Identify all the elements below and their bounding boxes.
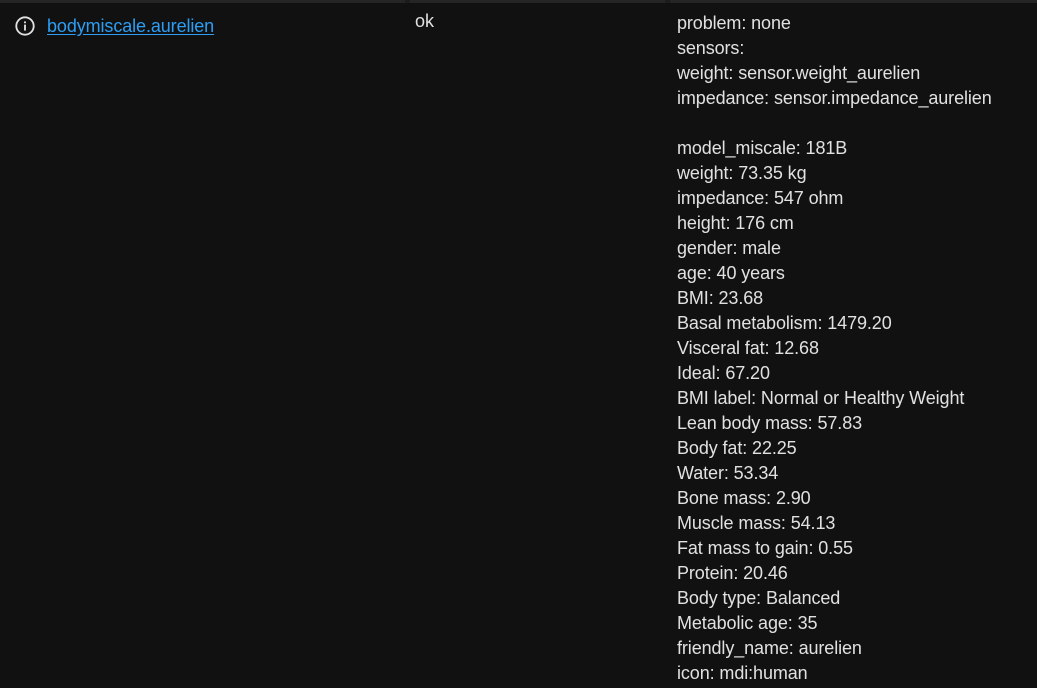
attribute-line: Protein: 20.46 (677, 563, 788, 583)
attribute-line: Body fat: 22.25 (677, 438, 797, 458)
attribute-line: Metabolic age: 35 (677, 613, 818, 633)
attribute-line: Fat mass to gain: 0.55 (677, 538, 853, 558)
attribute-line: problem: none (677, 13, 791, 33)
info-circle-icon[interactable] (14, 15, 36, 37)
attribute-line: height: 176 cm (677, 213, 794, 233)
attribute-line: BMI label: Normal or Healthy Weight (677, 388, 965, 408)
entity-id-link[interactable]: bodymiscale.aurelien (47, 16, 214, 37)
attribute-line: gender: male (677, 238, 781, 258)
attribute-line: icon: mdi:human (677, 663, 808, 683)
attribute-line: friendly_name: aurelien (677, 638, 862, 658)
attribute-spacer (677, 111, 1027, 136)
attributes-group-primary: problem: none sensors: weight: sensor.we… (677, 11, 1027, 111)
attribute-line: Water: 53.34 (677, 463, 779, 483)
attribute-line: Body type: Balanced (677, 588, 841, 608)
attribute-line: impedance: sensor.impedance_aurelien (677, 88, 992, 108)
attribute-line: BMI: 23.68 (677, 288, 764, 308)
attribute-line: age: 40 years (677, 263, 785, 283)
attributes-cell: problem: none sensors: weight: sensor.we… (677, 11, 1027, 686)
entity-cell: bodymiscale.aurelien (14, 15, 214, 37)
attribute-line: Ideal: 67.20 (677, 363, 770, 383)
attribute-line: Lean body mass: 57.83 (677, 413, 863, 433)
attribute-line: model_miscale: 181B (677, 138, 848, 158)
attribute-line: Visceral fat: 12.68 (677, 338, 819, 358)
attribute-line: impedance: 547 ohm (677, 188, 844, 208)
attribute-line: Basal metabolism: 1479.20 (677, 313, 892, 333)
attributes-group-secondary: model_miscale: 181B weight: 73.35 kg imp… (677, 136, 1027, 686)
attribute-line: weight: sensor.weight_aurelien (677, 63, 921, 83)
attribute-line: weight: 73.35 kg (677, 163, 807, 183)
attribute-line: sensors: (677, 38, 745, 58)
state-value: ok (415, 11, 435, 31)
attribute-line: Muscle mass: 54.13 (677, 513, 836, 533)
attribute-line: Bone mass: 2.90 (677, 488, 811, 508)
table-row: bodymiscale.aurelien ok problem: none se… (0, 3, 1037, 688)
